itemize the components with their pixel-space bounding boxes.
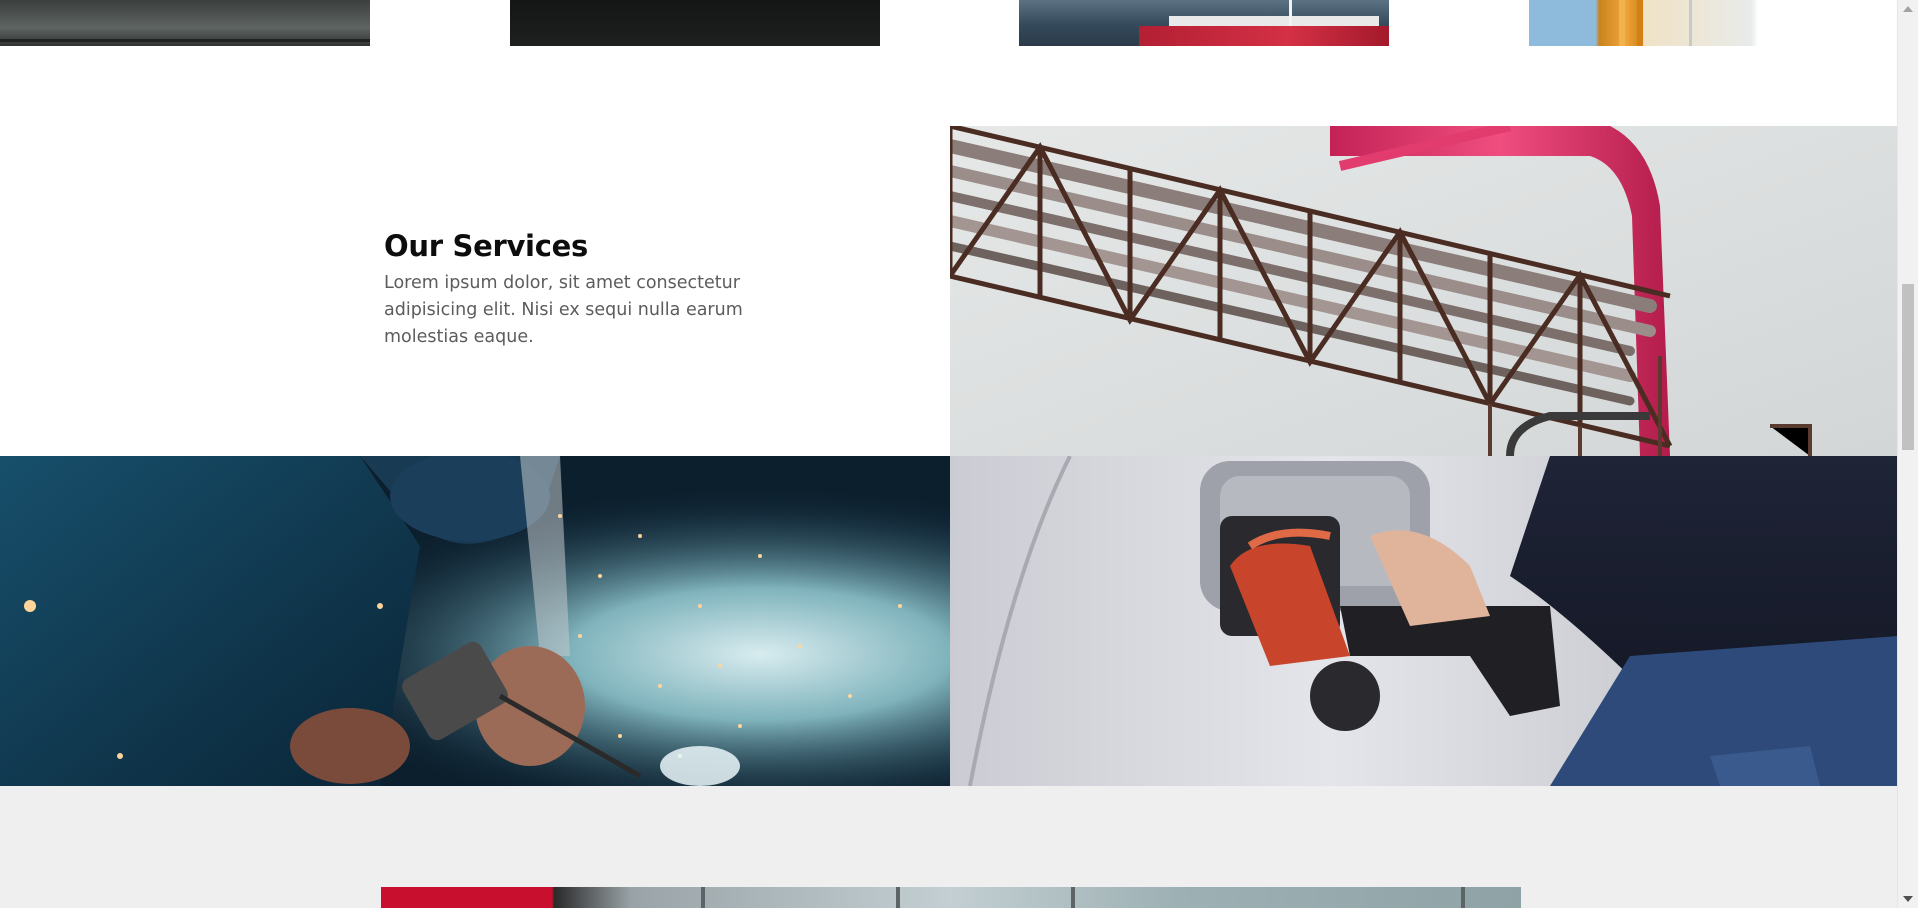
page: Our Services Lorem ipsum dolor, sit amet… (0, 0, 1898, 908)
stack-1 (701, 887, 705, 908)
dock-photo[interactable] (0, 0, 370, 46)
top-gallery (0, 0, 1898, 46)
ship-rail (1289, 0, 1292, 26)
refinery-banner-image (381, 887, 1521, 908)
pipe-2 (1637, 0, 1643, 46)
dark-photo[interactable] (510, 0, 880, 46)
pipeline-bridge-image (950, 126, 1898, 456)
services-title: Our Services (384, 229, 588, 263)
pipe-1 (1619, 0, 1625, 46)
vertical-scrollbar[interactable] (1897, 0, 1918, 908)
pipe-3 (1689, 0, 1692, 46)
welding-image (0, 456, 950, 786)
scroll-up-arrow-icon[interactable] (1903, 6, 1913, 12)
stack-3 (1071, 887, 1075, 908)
scrollbar-thumb[interactable] (1902, 284, 1914, 450)
industrial-pipes-photo[interactable] (1529, 0, 1898, 46)
gray-section (0, 786, 1898, 908)
services-section: Our Services Lorem ipsum dolor, sit amet… (0, 126, 1898, 786)
stack-2 (896, 887, 900, 908)
tanker-ship-photo[interactable] (1019, 0, 1389, 46)
services-intro: Our Services Lorem ipsum dolor, sit amet… (384, 229, 784, 351)
ship-hull (1139, 16, 1389, 46)
stack-4 (1461, 887, 1465, 908)
scroll-down-arrow-icon[interactable] (1903, 896, 1913, 902)
services-description: Lorem ipsum dolor, sit amet consectetur … (384, 272, 743, 347)
fuel-nozzle-image (950, 456, 1898, 786)
